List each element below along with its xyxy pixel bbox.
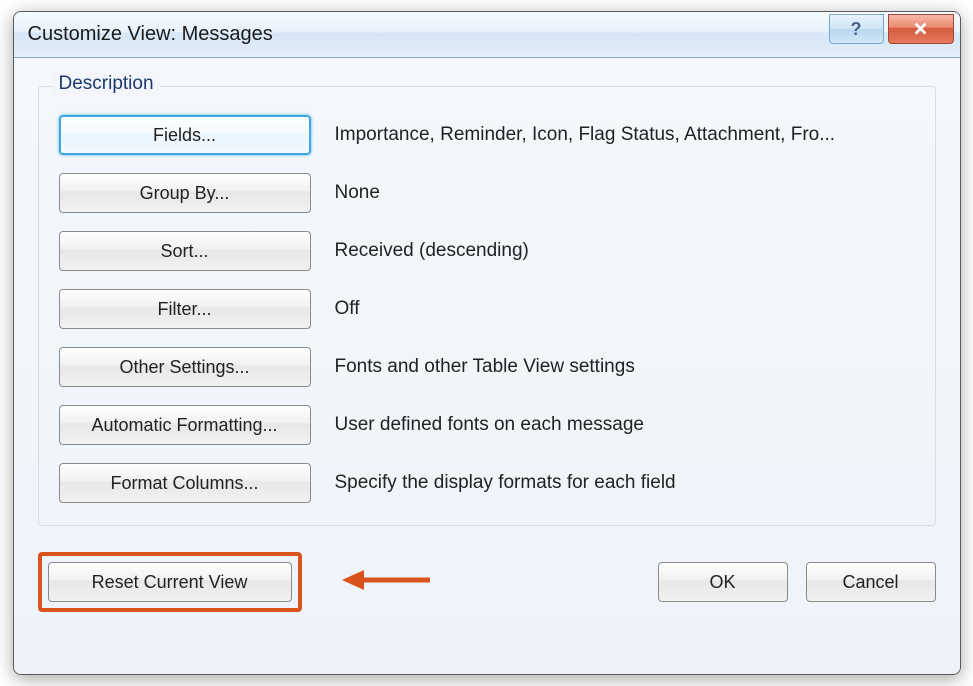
automatic-formatting-desc: User defined fonts on each message (335, 414, 915, 436)
dialog-title: Customize View: Messages (14, 23, 273, 46)
groupby-desc: None (335, 182, 915, 204)
filter-desc: Off (335, 298, 915, 320)
fields-desc: Importance, Reminder, Icon, Flag Status,… (335, 124, 915, 146)
row-automatic-formatting: Automatic Formatting... User defined fon… (59, 405, 915, 445)
titlebar: Customize View: Messages ? ✕ (14, 12, 960, 58)
row-fields: Fields... Importance, Reminder, Icon, Fl… (59, 115, 915, 155)
groupby-button[interactable]: Group By... (59, 173, 311, 213)
row-other-settings: Other Settings... Fonts and other Table … (59, 347, 915, 387)
row-filter: Filter... Off (59, 289, 915, 329)
annotation-highlight: Reset Current View (38, 552, 302, 612)
groupbox-legend: Description (53, 73, 160, 95)
other-settings-button[interactable]: Other Settings... (59, 347, 311, 387)
row-groupby: Group By... None (59, 173, 915, 213)
other-settings-desc: Fonts and other Table View settings (335, 356, 915, 378)
fields-button[interactable]: Fields... (59, 115, 311, 155)
cancel-button[interactable]: Cancel (806, 562, 936, 602)
titlebar-buttons: ? ✕ (829, 14, 954, 44)
annotation-arrow-icon (342, 564, 432, 601)
close-button[interactable]: ✕ (888, 14, 954, 44)
help-button[interactable]: ? (829, 14, 884, 44)
close-icon: ✕ (913, 19, 928, 40)
bottom-row: Reset Current View OK Cancel (38, 552, 936, 612)
dialog-body: Description Fields... Importance, Remind… (14, 58, 960, 674)
sort-button[interactable]: Sort... (59, 231, 311, 271)
format-columns-button[interactable]: Format Columns... (59, 463, 311, 503)
ok-button[interactable]: OK (658, 562, 788, 602)
help-icon: ? (851, 19, 862, 40)
row-sort: Sort... Received (descending) (59, 231, 915, 271)
description-groupbox: Description Fields... Importance, Remind… (38, 86, 936, 526)
row-format-columns: Format Columns... Specify the display fo… (59, 463, 915, 503)
dialog: Customize View: Messages ? ✕ Description… (13, 11, 961, 675)
reset-current-view-button[interactable]: Reset Current View (48, 562, 292, 602)
automatic-formatting-button[interactable]: Automatic Formatting... (59, 405, 311, 445)
sort-desc: Received (descending) (335, 240, 915, 262)
filter-button[interactable]: Filter... (59, 289, 311, 329)
format-columns-desc: Specify the display formats for each fie… (335, 472, 915, 494)
